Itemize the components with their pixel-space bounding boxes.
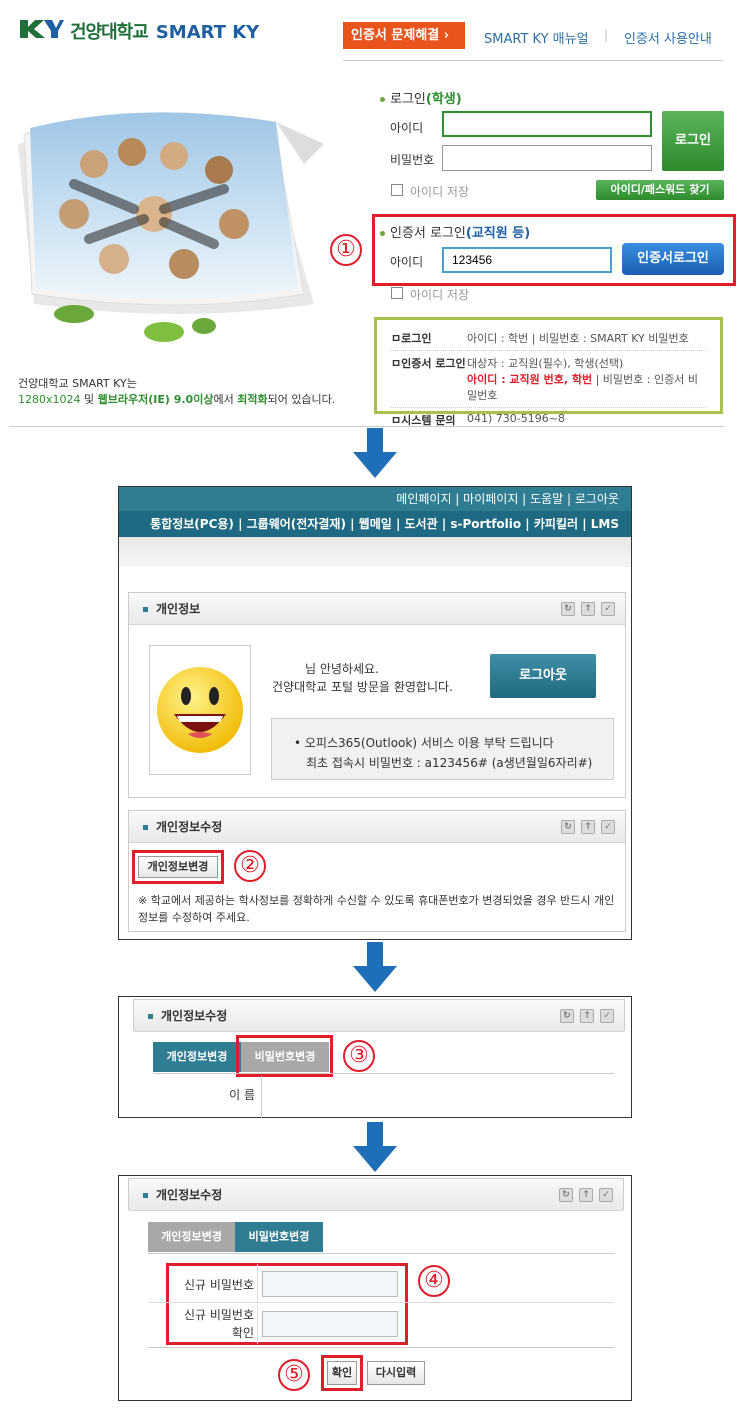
confirm-button[interactable]: 확인 <box>327 1361 357 1385</box>
portal-main-nav-bar: 통합정보(PC용) | 그룹웨어(전자결재) | 웹메일 | 도서관 | s-P… <box>119 511 631 537</box>
section-divider <box>10 426 724 427</box>
edit-personal-info-button[interactable]: 개인정보변경 <box>138 856 218 878</box>
separator: | <box>604 28 609 42</box>
refresh-icon[interactable]: ↻ <box>561 602 575 616</box>
edit-notice: ※ 학교에서 제공하는 학사정보를 정확하게 수신할 수 있도록 휴대폰번호가 … <box>138 894 615 924</box>
panel-header: 개인정보수정 ↻ ↑ ✓ <box>129 811 625 843</box>
down-arrow-icon <box>353 942 397 992</box>
student-login-title: 로그인(학생) <box>380 88 462 107</box>
step4-panel: 개인정보수정 ↻ ↑ ✓ <box>128 1178 624 1211</box>
logout-button[interactable]: 로그아웃 <box>490 654 596 698</box>
column-divider <box>257 1264 258 1344</box>
portal-top-nav[interactable]: 메인페이지 | 마이페이지 | 도움말 | 로그아웃 <box>396 487 631 511</box>
new-password-input[interactable] <box>262 1271 398 1297</box>
students-photo-book-image <box>18 112 324 342</box>
step-5-marker: ⑤ <box>278 1359 310 1391</box>
confirm-password-label: 신규 비밀번호 확인 <box>183 1308 254 1340</box>
check-icon[interactable]: ✓ <box>601 820 615 834</box>
up-icon[interactable]: ↑ <box>579 1188 593 1202</box>
student-pw-input[interactable] <box>442 145 652 171</box>
manual-link[interactable]: SMART KY 매뉴얼 <box>484 28 589 47</box>
panel-header: 개인정보수정 ↻ ↑ ✓ <box>129 1179 623 1211</box>
down-arrow-icon <box>353 428 397 478</box>
check-icon[interactable]: ✓ <box>601 602 615 616</box>
check-icon[interactable]: ✓ <box>600 1009 614 1023</box>
cert-save-id-checkbox[interactable] <box>391 287 403 299</box>
row-divider <box>261 1076 262 1118</box>
cert-trouble-button[interactable]: 인증서 문제해결 › <box>343 22 465 49</box>
student-login-button[interactable]: 로그인 <box>662 111 724 171</box>
cert-login-button[interactable]: 인증서로그인 <box>622 243 724 275</box>
tab-divider <box>148 1253 614 1254</box>
up-icon[interactable]: ↑ <box>581 602 595 616</box>
step-3-highlight <box>236 1035 333 1077</box>
save-id-label: 아이디 저장 <box>410 185 470 199</box>
up-icon[interactable]: ↑ <box>581 820 595 834</box>
cert-guide-link[interactable]: 인증서 사용안내 <box>624 28 712 47</box>
smiley-avatar-icon <box>157 667 243 753</box>
refresh-icon[interactable]: ↻ <box>559 1188 573 1202</box>
name-label: 이 름 <box>229 1088 255 1102</box>
panel-header: 개인정보 ↻ ↑ ✓ <box>129 593 625 625</box>
step-4-marker: ④ <box>418 1265 450 1297</box>
tab-password[interactable]: 비밀번호변경 <box>235 1222 323 1252</box>
tab-personal-info[interactable]: 개인정보변경 <box>148 1222 235 1252</box>
logo-title: 건양대학교 SMART KY <box>70 22 260 43</box>
find-id-pw-button[interactable]: 아이디/패스워드 찾기 <box>596 180 724 200</box>
login-info-box: ㅁ로그인 아이디 : 학번 | 비밀번호 : SMART KY 비밀번호 ㅁ인증… <box>374 317 723 427</box>
panel-header: 개인정보수정 ↻ ↑ ✓ <box>134 1000 624 1032</box>
step-2-marker: ② <box>234 850 266 882</box>
greeting-line2: 건양대학교 포털 방문을 환영합니다. <box>272 680 453 694</box>
avatar-frame <box>149 645 251 775</box>
info-row-cert: ㅁ인증서 로그인 대상자 : 교직원(필수), 학생(선택) 아이디 : 교직원 … <box>391 351 706 408</box>
cert-id-input[interactable] <box>442 247 612 273</box>
refresh-icon[interactable]: ↻ <box>561 820 575 834</box>
up-icon[interactable]: ↑ <box>580 1009 594 1023</box>
confirm-password-input[interactable] <box>262 1311 398 1337</box>
greeting-line1: 님 안녕하세요. <box>305 662 379 676</box>
down-arrow-icon <box>353 1122 397 1172</box>
portal-strip <box>119 537 631 567</box>
header-divider <box>343 60 723 61</box>
info-row-login: ㅁ로그인 아이디 : 학번 | 비밀번호 : SMART KY 비밀번호 <box>391 326 706 351</box>
cert-id-label: 아이디 <box>390 255 424 269</box>
row-divider <box>148 1347 614 1348</box>
step-1-marker: ① <box>330 234 362 266</box>
ky-logo-icon <box>20 20 64 38</box>
browser-notice: 건양대학교 SMART KY는 1280x1024 및 웹브라우저(IE) 9.… <box>18 377 336 406</box>
student-id-input[interactable] <box>442 111 652 137</box>
step-3-marker: ③ <box>343 1040 375 1072</box>
info-row-system: ㅁ시스템 문의 041) 730-5196~8 <box>391 412 565 427</box>
cert-login-title: 인증서 로그인(교직원 등) <box>380 222 530 241</box>
tab-divider <box>153 1073 614 1074</box>
new-password-label: 신규 비밀번호 <box>183 1278 254 1292</box>
student-id-label: 아이디 <box>390 121 424 135</box>
office365-notice: • 오피스365(Outlook) 서비스 이용 부탁 드립니다 최초 접속시 … <box>271 718 614 780</box>
step3-panel: 개인정보수정 ↻ ↑ ✓ <box>133 999 625 1032</box>
refresh-icon[interactable]: ↻ <box>560 1009 574 1023</box>
row-divider <box>148 1302 614 1303</box>
portal-main-nav[interactable]: 통합정보(PC용) | 그룹웨어(전자결재) | 웹메일 | 도서관 | s-P… <box>150 511 631 537</box>
portal-top-bar: 메인페이지 | 마이페이지 | 도움말 | 로그아웃 <box>119 487 631 511</box>
cert-save-id-label: 아이디 저장 <box>410 288 470 302</box>
tab-personal-info[interactable]: 개인정보변경 <box>153 1042 241 1072</box>
student-pw-label: 비밀번호 <box>390 153 435 167</box>
reset-button[interactable]: 다시입력 <box>367 1361 425 1385</box>
check-icon[interactable]: ✓ <box>599 1188 613 1202</box>
save-id-checkbox[interactable] <box>391 184 403 196</box>
